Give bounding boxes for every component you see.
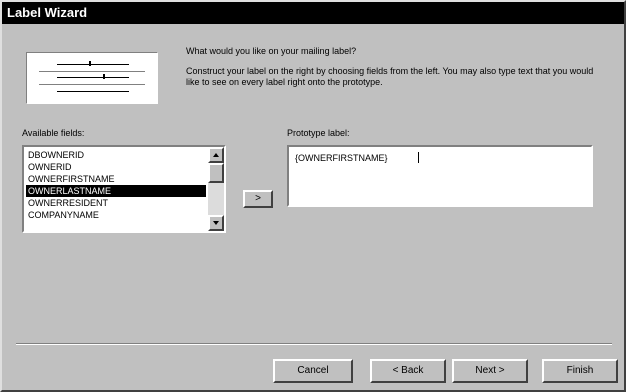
field-list-item[interactable]: COMPANYNAME: [26, 209, 206, 221]
finish-button-label: Finish: [566, 365, 594, 376]
wizard-question: What would you like on your mailing labe…: [186, 46, 357, 56]
listbox-scrollbar[interactable]: [208, 147, 224, 231]
scroll-down-arrow-icon: [213, 221, 219, 225]
field-list-item[interactable]: OWNERID: [26, 161, 206, 173]
field-list-item[interactable]: OWNERRESIDENT: [26, 197, 206, 209]
available-fields-label: Available fields:: [22, 128, 85, 138]
text-caret: [418, 152, 419, 163]
back-button[interactable]: < Back: [370, 359, 446, 383]
scroll-down-button[interactable]: [208, 215, 224, 231]
prototype-label-heading: Prototype label:: [287, 128, 350, 138]
field-list-item[interactable]: OWNERFIRSTNAME: [26, 173, 206, 185]
button-divider: [16, 343, 612, 345]
prototype-label-editor[interactable]: {OWNERFIRSTNAME}: [287, 145, 593, 207]
scroll-thumb[interactable]: [208, 163, 224, 183]
add-field-button-label: >: [255, 193, 261, 204]
intro-text: What would you like on your mailing labe…: [186, 46, 606, 88]
available-fields-listbox[interactable]: DBOWNERID OWNERID OWNERFIRSTNAME OWNERLASTN…: [22, 145, 226, 233]
cancel-button-label: Cancel: [297, 365, 329, 376]
finish-button[interactable]: Finish: [542, 359, 618, 383]
window-title: Label Wizard: [7, 5, 88, 20]
title-bar[interactable]: Label Wizard: [2, 2, 624, 24]
next-button[interactable]: Next >: [452, 359, 528, 383]
scroll-up-arrow-icon: [213, 153, 219, 157]
wizard-description: Construct your label on the right by cho…: [186, 66, 594, 87]
field-list-item[interactable]: DBOWNERID: [26, 149, 206, 161]
back-button-label: < Back: [392, 365, 424, 376]
scroll-up-button[interactable]: [208, 147, 224, 163]
available-fields-items: DBOWNERID OWNERID OWNERFIRSTNAME OWNERLASTN…: [26, 149, 206, 221]
field-list-item[interactable]: OWNERLASTNAME: [26, 185, 206, 197]
label-preview-icon: [26, 52, 158, 104]
cancel-button[interactable]: Cancel: [273, 359, 353, 383]
label-wizard-window: Label Wizard What would you like on your…: [0, 0, 626, 392]
prototype-line-1: {OWNERFIRSTNAME}: [295, 153, 388, 163]
next-button-label: Next >: [475, 365, 505, 376]
add-field-button[interactable]: >: [243, 190, 273, 208]
